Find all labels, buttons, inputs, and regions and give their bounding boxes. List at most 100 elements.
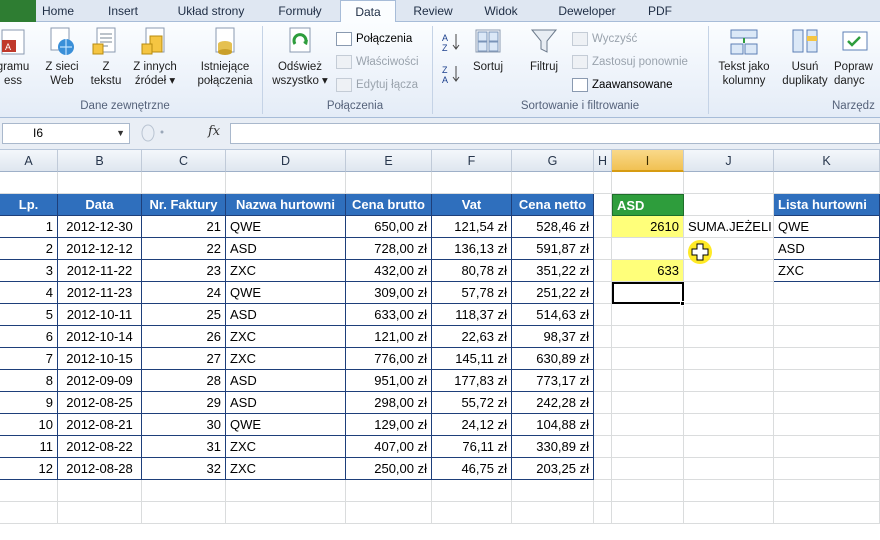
net-price-cell[interactable]: 351,22 zł [512, 260, 594, 282]
empty-cell[interactable] [432, 172, 512, 194]
lp-cell[interactable]: 5 [0, 304, 58, 326]
remove-duplicates-button[interactable]: Usuń duplikaty [780, 26, 830, 88]
empty-cell[interactable] [774, 502, 880, 524]
gross-price-cell[interactable]: 728,00 zł [346, 238, 432, 260]
empty-cell[interactable] [594, 304, 612, 326]
col-header-b[interactable]: B [58, 150, 142, 172]
empty-cell[interactable] [594, 348, 612, 370]
name-box-dropdown-icon[interactable]: ▼ [116, 124, 125, 143]
vat-cell[interactable]: 46,75 zł [432, 458, 512, 480]
from-web-button[interactable]: Z sieci Web [40, 26, 84, 88]
empty-cell[interactable] [684, 172, 774, 194]
empty-cell[interactable] [774, 392, 880, 414]
tab-view[interactable]: Widok [476, 0, 526, 22]
empty-cell[interactable] [774, 172, 880, 194]
file-tab[interactable] [0, 0, 36, 22]
empty-cell[interactable] [594, 326, 612, 348]
invoice-cell[interactable]: 30 [142, 414, 226, 436]
empty-cell[interactable] [612, 172, 684, 194]
empty-cell[interactable] [0, 172, 58, 194]
vat-cell[interactable]: 24,12 zł [432, 414, 512, 436]
wholesaler-cell[interactable]: ZXC [226, 326, 346, 348]
tab-pdf[interactable]: PDF [642, 0, 678, 22]
empty-cell[interactable] [0, 502, 58, 524]
formula-input[interactable] [230, 123, 880, 144]
vat-cell[interactable]: 136,13 zł [432, 238, 512, 260]
tab-review[interactable]: Review [406, 0, 460, 22]
empty-cell[interactable] [594, 502, 612, 524]
empty-cell[interactable] [594, 282, 612, 304]
net-price-cell[interactable]: 242,28 zł [512, 392, 594, 414]
empty-cell[interactable] [432, 502, 512, 524]
lp-cell[interactable]: 7 [0, 348, 58, 370]
empty-cell[interactable] [226, 172, 346, 194]
date-cell[interactable]: 2012-08-28 [58, 458, 142, 480]
tab-home[interactable]: Home [38, 0, 78, 22]
net-price-cell[interactable]: 104,88 zł [512, 414, 594, 436]
empty-cell[interactable] [774, 480, 880, 502]
tab-page-layout[interactable]: Układ strony [168, 0, 254, 22]
invoice-cell[interactable]: 22 [142, 238, 226, 260]
empty-cell[interactable] [0, 480, 58, 502]
wholesaler-list-header[interactable]: Lista hurtowni [774, 194, 880, 216]
gross-price-cell[interactable]: 129,00 zł [346, 414, 432, 436]
empty-cell[interactable] [612, 392, 684, 414]
table-header-data[interactable]: Data [58, 194, 142, 216]
lp-cell[interactable]: 1 [0, 216, 58, 238]
col-header-g[interactable]: G [512, 150, 594, 172]
gross-price-cell[interactable]: 121,00 zł [346, 326, 432, 348]
empty-cell[interactable] [612, 238, 684, 260]
col-header-i[interactable]: I [612, 150, 684, 172]
gross-price-cell[interactable]: 776,00 zł [346, 348, 432, 370]
invoice-cell[interactable]: 21 [142, 216, 226, 238]
date-cell[interactable]: 2012-12-30 [58, 216, 142, 238]
empty-cell[interactable] [684, 458, 774, 480]
sort-za-button[interactable]: ZA [438, 64, 466, 88]
empty-cell[interactable] [346, 502, 432, 524]
date-cell[interactable]: 2012-08-21 [58, 414, 142, 436]
empty-cell[interactable] [142, 480, 226, 502]
empty-cell[interactable] [58, 502, 142, 524]
active-cell-i6[interactable] [612, 282, 684, 304]
empty-cell[interactable] [684, 480, 774, 502]
connections-button[interactable]: Połączenia [336, 30, 412, 48]
existing-connections-button[interactable]: Istniejące połączenia [192, 26, 258, 88]
wholesaler-cell[interactable]: ASD [226, 238, 346, 260]
wholesaler-cell[interactable]: QWE [226, 414, 346, 436]
col-header-k[interactable]: K [774, 150, 880, 172]
gross-price-cell[interactable]: 650,00 zł [346, 216, 432, 238]
wholesaler-list-item[interactable]: QWE [774, 216, 880, 238]
wholesaler-cell[interactable]: ZXC [226, 260, 346, 282]
empty-cell[interactable] [594, 458, 612, 480]
gross-price-cell[interactable]: 633,00 zł [346, 304, 432, 326]
invoice-cell[interactable]: 29 [142, 392, 226, 414]
properties-button[interactable]: Właściwości [336, 53, 419, 71]
invoice-cell[interactable]: 23 [142, 260, 226, 282]
from-text-button[interactable]: Z tekstu [86, 26, 126, 88]
invoice-cell[interactable]: 25 [142, 304, 226, 326]
wholesaler-cell[interactable]: QWE [226, 216, 346, 238]
wholesaler-cell[interactable]: ZXC [226, 348, 346, 370]
net-price-cell[interactable]: 203,25 zł [512, 458, 594, 480]
net-price-cell[interactable]: 251,22 zł [512, 282, 594, 304]
vat-cell[interactable]: 57,78 zł [432, 282, 512, 304]
gross-price-cell[interactable]: 298,00 zł [346, 392, 432, 414]
empty-cell[interactable] [684, 436, 774, 458]
wholesaler-cell[interactable]: ASD [226, 392, 346, 414]
empty-cell[interactable] [432, 480, 512, 502]
col-header-e[interactable]: E [346, 150, 432, 172]
date-cell[interactable]: 2012-10-14 [58, 326, 142, 348]
wholesaler-cell[interactable]: ASD [226, 304, 346, 326]
date-cell[interactable]: 2012-11-22 [58, 260, 142, 282]
vat-cell[interactable]: 121,54 zł [432, 216, 512, 238]
from-access-button[interactable]: A gramu ess [0, 26, 32, 88]
empty-cell[interactable] [612, 458, 684, 480]
empty-cell[interactable] [612, 502, 684, 524]
vat-cell[interactable]: 76,11 zł [432, 436, 512, 458]
table-header-vat[interactable]: Vat [432, 194, 512, 216]
col-header-c[interactable]: C [142, 150, 226, 172]
lp-cell[interactable]: 8 [0, 370, 58, 392]
date-cell[interactable]: 2012-10-11 [58, 304, 142, 326]
table-header-gross[interactable]: Cena brutto [346, 194, 432, 216]
gross-price-cell[interactable]: 250,00 zł [346, 458, 432, 480]
